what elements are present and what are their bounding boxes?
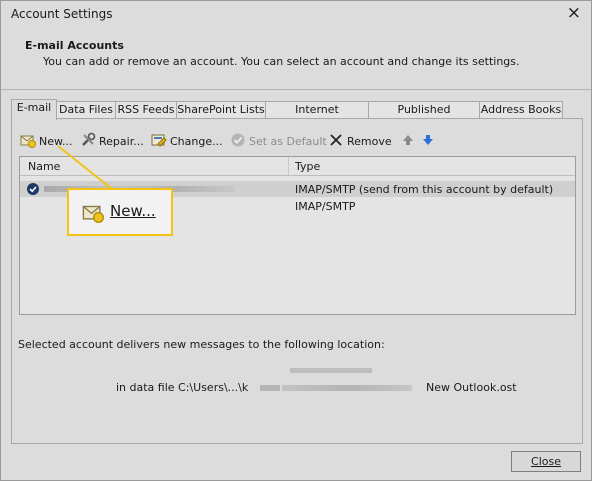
new-account-icon — [81, 201, 105, 226]
new-button[interactable]: New... — [20, 132, 72, 152]
close-button-label: Close — [531, 455, 561, 468]
close-button[interactable]: Close — [511, 451, 581, 472]
close-icon[interactable]: × — [567, 3, 581, 23]
email-tab-panel: New... Repair... Change... Set as Defaul… — [11, 118, 583, 444]
delivery-description: Selected account delivers new messages t… — [18, 338, 385, 351]
data-file-path-redacted — [260, 385, 280, 391]
tab-published-calendars[interactable]: Published Calendars — [368, 101, 480, 132]
window-title: Account Settings — [11, 7, 113, 21]
title-bar: Account Settings × — [1, 1, 591, 27]
change-account-icon — [151, 134, 167, 147]
tab-strip: E-mail Data Files RSS Feeds SharePoint L… — [11, 99, 591, 132]
repair-button-label: Repair... — [99, 135, 144, 148]
set-as-default-button[interactable]: Set as Default — [230, 132, 327, 152]
tab-internet-calendars[interactable]: Internet Calendars — [265, 101, 369, 132]
column-divider[interactable] — [288, 157, 289, 175]
move-up-button[interactable] — [400, 132, 419, 152]
column-header-name[interactable]: Name — [28, 160, 60, 173]
new-button-callout: New... — [67, 188, 173, 236]
account-type: IMAP/SMTP (send from this account by def… — [295, 183, 554, 196]
remove-button-label: Remove — [347, 135, 392, 148]
header-divider — [1, 89, 591, 90]
arrow-up-icon — [403, 135, 413, 145]
delivery-folder-redacted — [290, 368, 372, 373]
data-file-path: in data file C:\Users\...\k — [116, 381, 249, 394]
account-type: IMAP/SMTP — [295, 200, 356, 213]
new-account-icon — [20, 135, 36, 148]
data-file-path-redacted — [282, 385, 412, 391]
section-description: You can add or remove an account. You ca… — [43, 55, 520, 68]
tab-email[interactable]: E-mail — [11, 99, 57, 120]
change-button-label: Change... — [170, 135, 223, 148]
check-circle-icon — [231, 133, 245, 147]
header-section: E-mail Accounts You can add or remove an… — [1, 27, 591, 89]
data-file-name: New Outlook.ost — [426, 381, 517, 394]
account-toolbar: New... Repair... Change... Set as Defaul… — [18, 132, 578, 152]
remove-x-icon — [330, 134, 342, 146]
move-down-button[interactable] — [420, 132, 439, 152]
set-as-default-label: Set as Default — [249, 135, 327, 148]
new-button-label: New... — [39, 135, 73, 148]
tab-rss-feeds[interactable]: RSS Feeds — [115, 101, 177, 119]
section-title: E-mail Accounts — [25, 39, 124, 52]
account-settings-dialog: Account Settings × E-mail Accounts You c… — [0, 0, 592, 481]
callout-label: New... — [110, 202, 156, 220]
arrow-down-icon — [423, 135, 433, 145]
list-header: Name Type — [20, 157, 575, 176]
column-header-type[interactable]: Type — [295, 160, 320, 173]
change-button[interactable]: Change... — [151, 132, 223, 152]
tab-data-files[interactable]: Data Files — [56, 101, 116, 119]
tab-address-books[interactable]: Address Books — [479, 101, 563, 119]
repair-button[interactable]: Repair... — [80, 132, 144, 152]
default-account-check-icon — [27, 183, 39, 195]
tab-sharepoint-lists[interactable]: SharePoint Lists — [176, 101, 266, 119]
remove-button[interactable]: Remove — [328, 132, 392, 152]
tools-icon — [82, 132, 96, 146]
